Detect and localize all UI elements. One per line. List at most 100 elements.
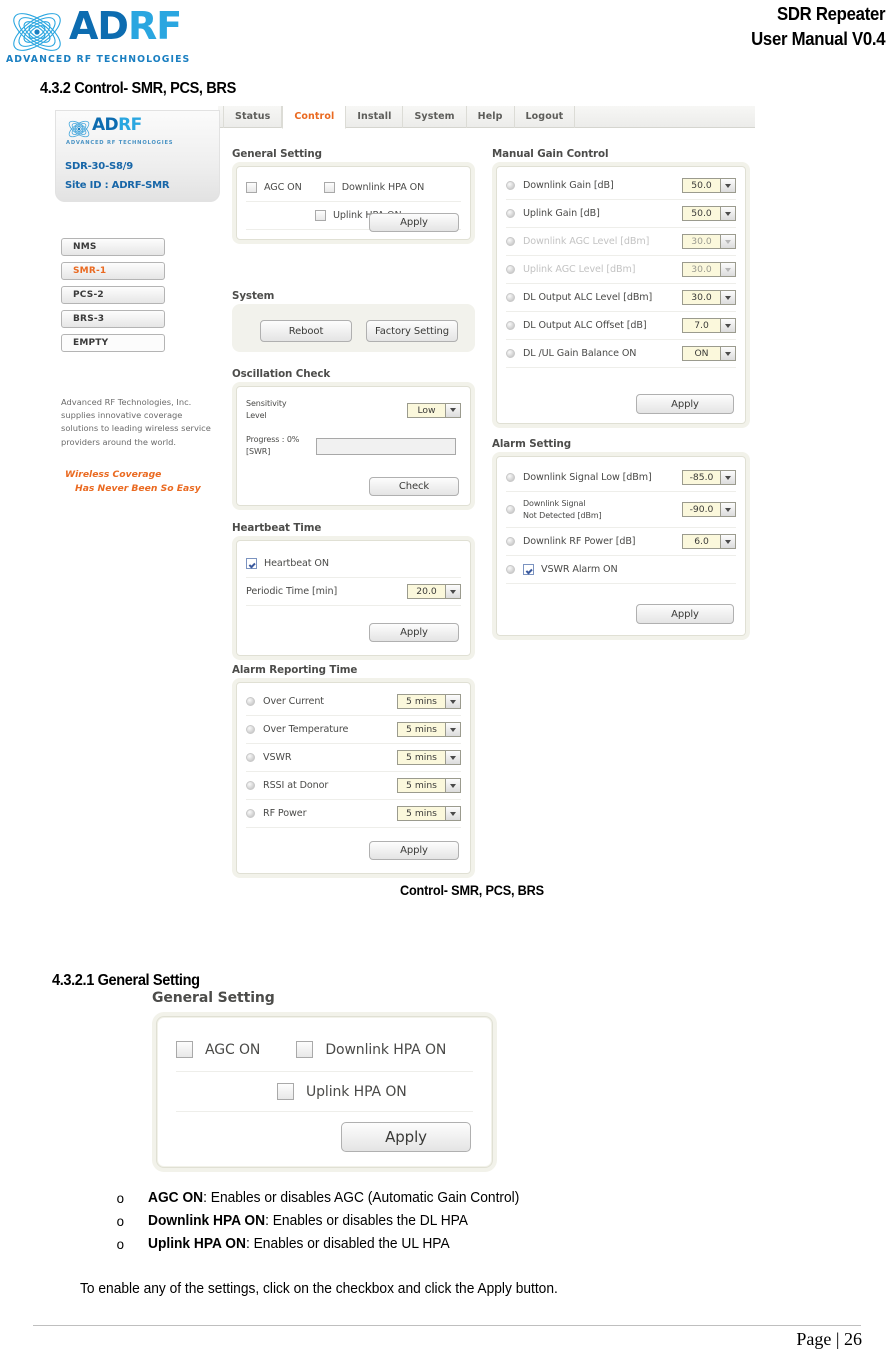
dl-ul-gain-balance-value: ON (682, 346, 720, 361)
slogan-line-1: Wireless Coverage (65, 469, 162, 480)
sensitivity-level-dropdown[interactable]: Low (407, 402, 461, 418)
bullet-icon (246, 697, 255, 706)
nav-tab-list: Status Control Install System Help Logou… (223, 106, 576, 129)
zoom-agc-on-checkbox[interactable] (176, 1041, 193, 1058)
over-temperature-dropdown[interactable]: 5 mins (397, 722, 461, 737)
downlink-signal-low-dropdown[interactable]: -85.0 (682, 470, 736, 485)
system-title: System (232, 290, 275, 302)
general-setting-zoom-panel: AGC ON Downlink HPA ON Uplink HPA ON App… (152, 1012, 497, 1172)
page-number: Page | 26 (796, 1329, 862, 1349)
nav-tab-install[interactable]: Install (346, 106, 404, 128)
downlink-gain-value: 50.0 (682, 178, 720, 193)
sidebar-logo-ad: AD (92, 115, 119, 135)
device-button-brs-3[interactable]: BRS-3 (61, 310, 165, 328)
chevron-down-icon (720, 262, 736, 277)
over-temperature-value: 5 mins (397, 722, 445, 737)
device-button-empty[interactable]: EMPTY (61, 334, 165, 352)
downlink-hpa-on-checkbox[interactable] (323, 182, 335, 193)
uplink-hpa-on-checkbox[interactable] (315, 210, 326, 221)
dl-output-alc-level-value: 30.0 (682, 290, 720, 305)
sidebar-wordmark: ADRF (92, 116, 142, 135)
bullet-icon (506, 349, 515, 358)
device-button-smr-1[interactable]: SMR-1 (61, 262, 165, 280)
oscillation-check-title: Oscillation Check (232, 368, 331, 380)
mgc-row-uplink-gain: Uplink Gain [dB] 50.0 (506, 200, 736, 228)
vswr-alarm-on-label: VSWR Alarm ON (541, 564, 618, 575)
chevron-down-icon (720, 178, 736, 193)
sensitivity-row: Sensitivity Level Low (246, 392, 461, 428)
nav-tab-system[interactable]: System (403, 106, 467, 128)
downlink-rf-power-label: Downlink RF Power [dB] (523, 536, 636, 547)
document-header: ADRF ADVANCED RF TECHNOLOGIES SDR Repeat… (0, 0, 895, 70)
alarm-setting-apply-button[interactable]: Apply (636, 604, 734, 624)
device-button-nms[interactable]: NMS (61, 238, 165, 256)
dl-output-alc-level-dropdown[interactable]: 30.0 (682, 290, 736, 305)
rf-power-value: 5 mins (397, 806, 445, 821)
alarm-row-over-current: Over Current 5 mins (246, 688, 461, 716)
factory-setting-button[interactable]: Factory Setting (366, 320, 458, 342)
zoom-agc-on-label: AGC ON (205, 1041, 261, 1058)
chevron-down-icon (720, 346, 736, 361)
sensitivity-label-line1: Sensitivity (246, 399, 287, 408)
zoom-uplink-hpa-on-checkbox[interactable] (277, 1083, 294, 1100)
adrf-tagline: ADVANCED RF TECHNOLOGIES (6, 54, 191, 65)
alarm-row-rssi-at-donor: RSSI at Donor 5 mins (246, 772, 461, 800)
downlink-gain-dropdown[interactable]: 50.0 (682, 178, 736, 193)
uplink-gain-dropdown[interactable]: 50.0 (682, 206, 736, 221)
bullet-text-agc-on: : Enables or disables AGC (Automatic Gai… (203, 1190, 520, 1206)
heartbeat-on-checkbox[interactable] (246, 558, 257, 569)
rssi-at-donor-dropdown[interactable]: 5 mins (397, 778, 461, 793)
nav-tab-status[interactable]: Status (223, 106, 283, 128)
chevron-down-icon (445, 584, 461, 599)
zoom-uplink-hpa-on-label: Uplink HPA ON (306, 1083, 407, 1100)
manual-gain-control-apply-button[interactable]: Apply (636, 394, 734, 414)
chevron-down-icon (720, 234, 736, 249)
manual-gain-control-panel: Downlink Gain [dB] 50.0 Uplink Gain [dB]… (492, 162, 750, 428)
sidebar-site-id: Site ID : ADRF-SMR (65, 180, 170, 191)
chevron-down-icon (445, 806, 461, 821)
nav-tab-help[interactable]: Help (467, 106, 515, 128)
downlink-signal-not-detected-label: Downlink Signal Not Detected [dBm] (523, 498, 682, 522)
mgc-row-downlink-agc-level: Downlink AGC Level [dBm] 30.0 (506, 228, 736, 256)
reboot-button[interactable]: Reboot (260, 320, 352, 342)
vswr-dropdown[interactable]: 5 mins (397, 750, 461, 765)
downlink-agc-level-dropdown: 30.0 (682, 234, 736, 249)
downlink-rf-power-dropdown[interactable]: 6.0 (682, 534, 736, 549)
bullet-icon (246, 781, 255, 790)
downlink-signal-not-detected-value: -90.0 (682, 502, 720, 517)
nav-tab-control[interactable]: Control (282, 106, 347, 129)
progress-label-line1: Progress : 0% (246, 435, 300, 444)
over-temperature-label: Over Temperature (263, 724, 349, 735)
zoom-downlink-hpa-on-checkbox[interactable] (296, 1041, 314, 1058)
downlink-signal-not-detected-dropdown[interactable]: -90.0 (682, 502, 736, 517)
over-current-dropdown[interactable]: 5 mins (397, 694, 461, 709)
device-button-pcs-2[interactable]: PCS-2 (61, 286, 165, 304)
rf-power-dropdown[interactable]: 5 mins (397, 806, 461, 821)
chevron-down-icon (720, 470, 736, 485)
agc-on-checkbox[interactable] (246, 182, 257, 193)
sidebar-device-list: NMS SMR-1 PCS-2 BRS-3 EMPTY (61, 238, 165, 358)
alarm-setting-row-vswr-alarm: VSWR Alarm ON (506, 556, 736, 584)
vswr-alarm-on-checkbox[interactable] (523, 564, 534, 575)
dl-ul-gain-balance-dropdown[interactable]: ON (682, 346, 736, 361)
periodic-time-dropdown[interactable]: 20.0 (407, 584, 461, 599)
downlink-signal-low-value: -85.0 (682, 470, 720, 485)
oscillation-check-button[interactable]: Check (369, 477, 459, 496)
zoom-general-setting-apply-button[interactable]: Apply (341, 1122, 471, 1152)
general-setting-apply-button[interactable]: Apply (369, 213, 459, 232)
slogan-line-2: Has Never Been So Easy (75, 483, 201, 494)
heartbeat-apply-button[interactable]: Apply (369, 623, 459, 642)
adrf-butterfly-icon (13, 13, 61, 51)
alarm-reporting-apply-button[interactable]: Apply (369, 841, 459, 860)
nav-tab-logout[interactable]: Logout (515, 106, 576, 128)
progress-label: Progress : 0% [SWR] (246, 434, 316, 458)
bullet-term-uplink-hpa-on: Uplink HPA ON (148, 1236, 246, 1252)
bullet-icon (506, 293, 515, 302)
uplink-gain-label: Uplink Gain [dB] (523, 208, 600, 219)
chevron-down-icon (445, 778, 461, 793)
dl-output-alc-offset-dropdown[interactable]: 7.0 (682, 318, 736, 333)
rssi-at-donor-label: RSSI at Donor (263, 780, 329, 791)
mgc-row-dl-output-alc-level: DL Output ALC Level [dBm] 30.0 (506, 284, 736, 312)
heartbeat-time-panel: Heartbeat ON Periodic Time [min] 20.0 Ap… (232, 536, 475, 660)
bullet-marker: o (116, 1190, 125, 1206)
